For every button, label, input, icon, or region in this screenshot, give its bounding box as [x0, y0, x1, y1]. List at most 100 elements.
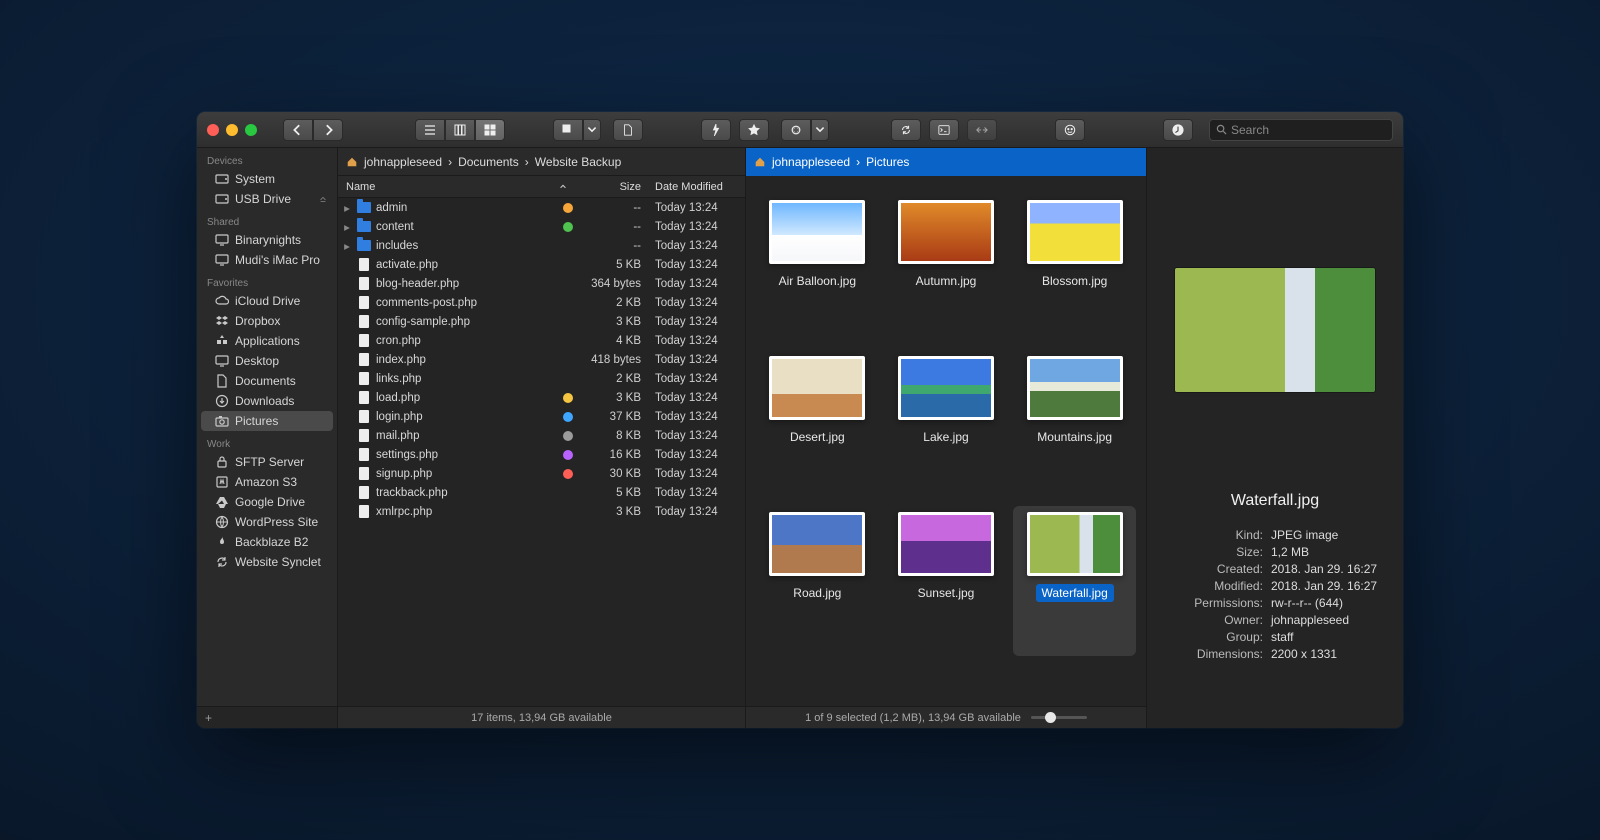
nav-forward-button[interactable]: [313, 119, 343, 141]
sync-button[interactable]: [891, 119, 921, 141]
meta-value: 1,2 MB: [1271, 545, 1377, 559]
file-row[interactable]: load.php3 KBToday 13:24: [338, 388, 745, 407]
preview-image: [1175, 268, 1375, 392]
thumbnail-cell[interactable]: Sunset.jpg: [885, 506, 1008, 656]
sidebar-item[interactable]: System: [201, 169, 333, 189]
sidebar-item[interactable]: Website Synclet: [201, 552, 333, 572]
sidebar-item[interactable]: Dropbox: [201, 311, 333, 331]
sidebar-item[interactable]: Applications: [201, 331, 333, 351]
file-row[interactable]: index.php418 bytesToday 13:24: [338, 350, 745, 369]
app-window: Search DevicesSystemUSB DriveSharedBinar…: [197, 112, 1403, 728]
file-icon: [356, 296, 372, 310]
folder-row[interactable]: ▸admin--Today 13:24: [338, 198, 745, 217]
sidebar-item-label: Mudi's iMac Pro: [235, 253, 320, 267]
file-row[interactable]: activate.php5 KBToday 13:24: [338, 255, 745, 274]
sidebar-add-button[interactable]: +: [197, 706, 337, 728]
crumb[interactable]: Pictures: [866, 155, 909, 169]
sidebar-item[interactable]: Mudi's iMac Pro: [201, 250, 333, 270]
favorite-button[interactable]: [739, 119, 769, 141]
breadcrumb-right[interactable]: johnappleseed›Pictures: [746, 148, 1146, 176]
zoom-icon[interactable]: [245, 124, 257, 136]
sidebar-item[interactable]: Downloads: [201, 391, 333, 411]
thumbnail-grid[interactable]: Air Balloon.jpgAutumn.jpg Blossom.jpg Dese…: [746, 176, 1146, 706]
thumb-size-slider[interactable]: [1031, 716, 1087, 719]
file-row[interactable]: settings.php16 KBToday 13:24: [338, 445, 745, 464]
file-row[interactable]: login.php37 KBToday 13:24: [338, 407, 745, 426]
sidebar-item[interactable]: WordPress Site: [201, 512, 333, 532]
thumbnail-cell[interactable]: Air Balloon.jpg: [756, 194, 879, 344]
preview-title: Waterfall.jpg: [1231, 492, 1319, 510]
home-icon: [346, 156, 358, 168]
file-row[interactable]: trackback.php5 KBToday 13:24: [338, 483, 745, 502]
actions-menu-button[interactable]: [811, 119, 829, 141]
file-size: 5 KB: [577, 259, 649, 271]
quick-open-button[interactable]: [701, 119, 731, 141]
file-row[interactable]: config-sample.php3 KBToday 13:24: [338, 312, 745, 331]
sidebar-item[interactable]: Documents: [201, 371, 333, 391]
disclosure-icon[interactable]: ▸: [338, 201, 356, 215]
file-row[interactable]: blog-header.php364 bytesToday 13:24: [338, 274, 745, 293]
disclosure-icon[interactable]: ▸: [338, 239, 356, 253]
crumb[interactable]: johnappleseed: [364, 155, 442, 169]
thumbnail-image: [1027, 200, 1123, 264]
file-icon: [356, 505, 372, 519]
thumbnail-cell[interactable]: Road.jpg: [756, 506, 879, 656]
file-size: 4 KB: [577, 335, 649, 347]
actions-button[interactable]: [781, 119, 811, 141]
close-icon[interactable]: [207, 124, 219, 136]
file-row[interactable]: mail.php8 KBToday 13:24: [338, 426, 745, 445]
arrange-button[interactable]: [553, 119, 583, 141]
thumbnail-cell[interactable]: Mountains.jpg: [1013, 350, 1136, 500]
file-row[interactable]: cron.php4 KBToday 13:24: [338, 331, 745, 350]
folder-row[interactable]: ▸includes--Today 13:24: [338, 236, 745, 255]
arrange-menu-button[interactable]: [583, 119, 601, 141]
file-row[interactable]: comments-post.php2 KBToday 13:24: [338, 293, 745, 312]
view-columns-button[interactable]: [445, 119, 475, 141]
view-list-button[interactable]: [415, 119, 445, 141]
breadcrumb-left[interactable]: johnappleseed›Documents›Website Backup: [338, 148, 745, 176]
nav-back-button[interactable]: [283, 119, 313, 141]
meta-value: 2018. Jan 29. 16:27: [1271, 579, 1377, 593]
terminal-button[interactable]: [929, 119, 959, 141]
file-row[interactable]: xmlrpc.php3 KBToday 13:24: [338, 502, 745, 521]
file-list[interactable]: ▸admin--Today 13:24▸content--Today 13:24…: [338, 198, 745, 706]
sidebar-item[interactable]: Amazon S3: [201, 472, 333, 492]
sidebar-item[interactable]: Backblaze B2: [201, 532, 333, 552]
file-row[interactable]: signup.php30 KBToday 13:24: [338, 464, 745, 483]
folder-row[interactable]: ▸content--Today 13:24: [338, 217, 745, 236]
emoji-button[interactable]: [1055, 119, 1085, 141]
thumbnail-caption: Blossom.jpg: [1036, 272, 1113, 290]
thumbnail-cell[interactable]: Blossom.jpg: [1013, 194, 1136, 344]
file-date: Today 13:24: [649, 316, 745, 328]
sidebar-item[interactable]: Binarynights: [201, 230, 333, 250]
sidebar-item-label: WordPress Site: [235, 515, 318, 529]
search-input[interactable]: Search: [1209, 119, 1393, 141]
sidebar-item[interactable]: USB Drive: [201, 189, 333, 209]
sidebar-item-label: Google Drive: [235, 495, 305, 509]
compare-button[interactable]: [967, 119, 997, 141]
thumbnail-cell[interactable]: Desert.jpg: [756, 350, 879, 500]
col-date[interactable]: Date Modified: [655, 181, 723, 193]
activity-button[interactable]: [1163, 119, 1193, 141]
sidebar-item[interactable]: Desktop: [201, 351, 333, 371]
crumb[interactable]: Documents: [458, 155, 519, 169]
minimize-icon[interactable]: [226, 124, 238, 136]
view-icons-button[interactable]: [475, 119, 505, 141]
column-headers[interactable]: Name Size Date Modified: [338, 176, 745, 198]
thumbnail-cell[interactable]: Waterfall.jpg: [1013, 506, 1136, 656]
col-name[interactable]: Name: [346, 181, 375, 193]
new-file-button[interactable]: [613, 119, 643, 141]
crumb[interactable]: Website Backup: [535, 155, 622, 169]
sidebar-item[interactable]: SFTP Server: [201, 452, 333, 472]
file-row[interactable]: links.php2 KBToday 13:24: [338, 369, 745, 388]
sidebar-item[interactable]: Google Drive: [201, 492, 333, 512]
thumbnail-cell[interactable]: Autumn.jpg: [885, 194, 1008, 344]
sidebar-item[interactable]: iCloud Drive: [201, 291, 333, 311]
crumb[interactable]: johnappleseed: [772, 155, 850, 169]
thumbnail-cell[interactable]: Lake.jpg: [885, 350, 1008, 500]
sidebar-item[interactable]: Pictures: [201, 411, 333, 431]
eject-icon[interactable]: [319, 195, 327, 203]
tag-dot: [563, 393, 573, 403]
disclosure-icon[interactable]: ▸: [338, 220, 356, 234]
col-size[interactable]: Size: [620, 181, 641, 193]
